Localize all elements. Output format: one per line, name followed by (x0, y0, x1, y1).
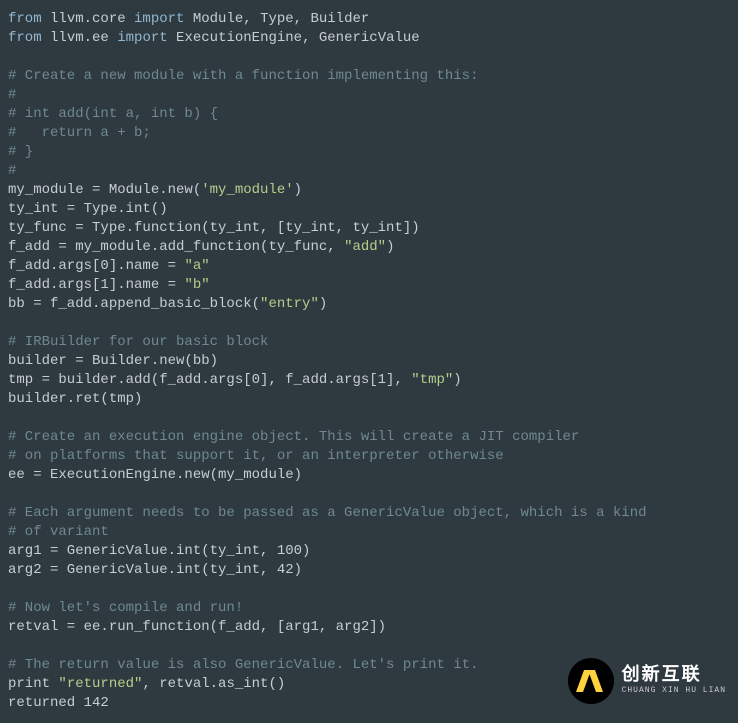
logo-en: CHUANG XIN HU LIAN (622, 687, 726, 696)
logo-icon (568, 658, 614, 704)
logo-text: 创新互联 CHUANG XIN HU LIAN (622, 667, 726, 696)
logo-cn: 创新互联 (622, 667, 726, 687)
brand-logo: 创新互联 CHUANG XIN HU LIAN (568, 658, 726, 704)
code-block: from llvm.core import Module, Type, Buil… (0, 0, 738, 723)
